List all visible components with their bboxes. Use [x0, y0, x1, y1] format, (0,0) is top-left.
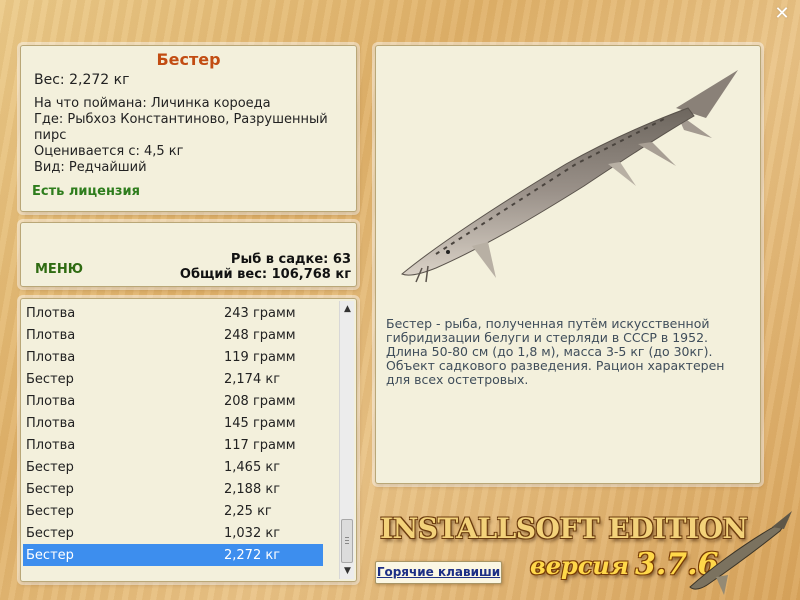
fish-bait: На что поймана: Личинка короеда — [34, 96, 271, 111]
catch-fish-weight: 119 грамм — [224, 349, 296, 365]
fish-description-panel: Бестер - рыба, полученная путём искусств… — [375, 45, 761, 484]
catch-list-row[interactable]: Бестер 2,174 кг — [23, 368, 323, 390]
catch-list-row[interactable]: Плотва 119 грамм — [23, 346, 323, 368]
catch-fish-weight: 243 грамм — [224, 305, 296, 321]
catch-fish-name: Бестер — [26, 371, 74, 387]
close-button[interactable]: ✕ — [772, 4, 792, 24]
fish-title: Бестер — [156, 50, 221, 69]
fish-weight: Вес: 2,272 кг — [34, 72, 130, 88]
catch-fish-name: Плотва — [26, 437, 76, 453]
catch-fish-weight: 145 грамм — [224, 415, 296, 431]
keepnet-stats: Рыб в садке: 63 Общий вес: 106,768 кг — [180, 252, 351, 282]
catch-list-row[interactable]: Плотва 145 грамм — [23, 412, 323, 434]
catch-fish-weight: 248 грамм — [224, 327, 296, 343]
sturgeon-image — [401, 70, 738, 283]
catch-fish-name: Бестер — [26, 481, 74, 497]
fish-rarity: Вид: Редчайший — [34, 160, 147, 175]
fish-count: Рыб в садке: 63 — [230, 252, 351, 267]
catch-list-panel: Плотва 243 грамм Плотва 248 грамм Плотва 119 … — [20, 298, 357, 582]
scrollbar-thumb[interactable] — [341, 519, 353, 563]
fish-location: Где: Рыбхоз Константиново, Разрушенный п… — [34, 112, 328, 143]
list-scrollbar[interactable]: ▲ ▼ — [339, 301, 354, 579]
catch-fish-name: Плотва — [26, 327, 76, 343]
catch-list-row[interactable]: Бестер 1,465 кг — [23, 456, 323, 478]
catch-fish-name: Бестер — [26, 525, 74, 541]
logo-fish-icon — [689, 511, 792, 595]
catch-list-row[interactable]: Плотва 117 грамм — [23, 434, 323, 456]
version-word: версия — [530, 551, 629, 580]
catch-fish-name: Бестер — [26, 459, 74, 475]
catch-fish-weight: 117 грамм — [224, 437, 296, 453]
license-status: Есть лицензия — [32, 184, 140, 199]
catch-fish-weight: 1,032 кг — [224, 525, 281, 541]
menu-panel: МЕНЮ Рыб в садке: 63 Общий вес: 106,768 … — [20, 222, 357, 287]
catch-fish-weight: 208 грамм — [224, 393, 296, 409]
fish-description: Бестер - рыба, полученная путём искусств… — [386, 316, 725, 387]
total-weight: Общий вес: 106,768 кг — [179, 267, 351, 282]
catch-fish-weight: 2,174 кг — [224, 371, 281, 387]
catch-list-row[interactable]: Бестер 2,272 кг — [23, 544, 323, 566]
catch-fish-name: Плотва — [26, 305, 76, 321]
catch-fish-weight: 2,188 кг — [224, 481, 281, 497]
catch-list-row[interactable]: Бестер 2,25 кг — [23, 500, 323, 522]
catch-fish-weight: 2,25 кг — [224, 503, 272, 519]
scroll-down-icon[interactable]: ▼ — [340, 563, 355, 579]
catch-list-row[interactable]: Плотва 208 грамм — [23, 390, 323, 412]
catch-fish-weight: 2,272 кг — [224, 547, 281, 563]
catch-fish-weight: 1,465 кг — [224, 459, 281, 475]
installsoft-logo: INSTALLSOFT EDITION версия 3.7.6 — [380, 507, 800, 600]
catch-fish-name: Бестер — [26, 547, 74, 563]
catch-list-row[interactable]: Плотва 243 грамм — [23, 302, 323, 324]
catch-fish-name: Бестер — [26, 503, 74, 519]
catch-fish-name: Плотва — [26, 349, 76, 365]
fish-price: Оценивается с: 4,5 кг — [34, 144, 184, 159]
catch-list: Плотва 243 грамм Плотва 248 грамм Плотва 119 … — [23, 302, 323, 566]
catch-list-row[interactable]: Бестер 2,188 кг — [23, 478, 323, 500]
hotkeys-button[interactable]: Горячие клавиши — [375, 561, 502, 584]
scroll-up-icon[interactable]: ▲ — [340, 301, 355, 317]
catch-fish-name: Плотва — [26, 415, 76, 431]
catch-list-row[interactable]: Бестер 1,032 кг — [23, 522, 323, 544]
catch-list-row[interactable]: Плотва 248 грамм — [23, 324, 323, 346]
fish-info-panel: Бестер Вес: 2,272 кг На что поймана: Лич… — [20, 45, 357, 212]
menu-button[interactable]: МЕНЮ — [35, 262, 83, 277]
catch-fish-name: Плотва — [26, 393, 76, 409]
fish-details: На что поймана: Личинка короеда Где: Рыб… — [34, 96, 349, 176]
